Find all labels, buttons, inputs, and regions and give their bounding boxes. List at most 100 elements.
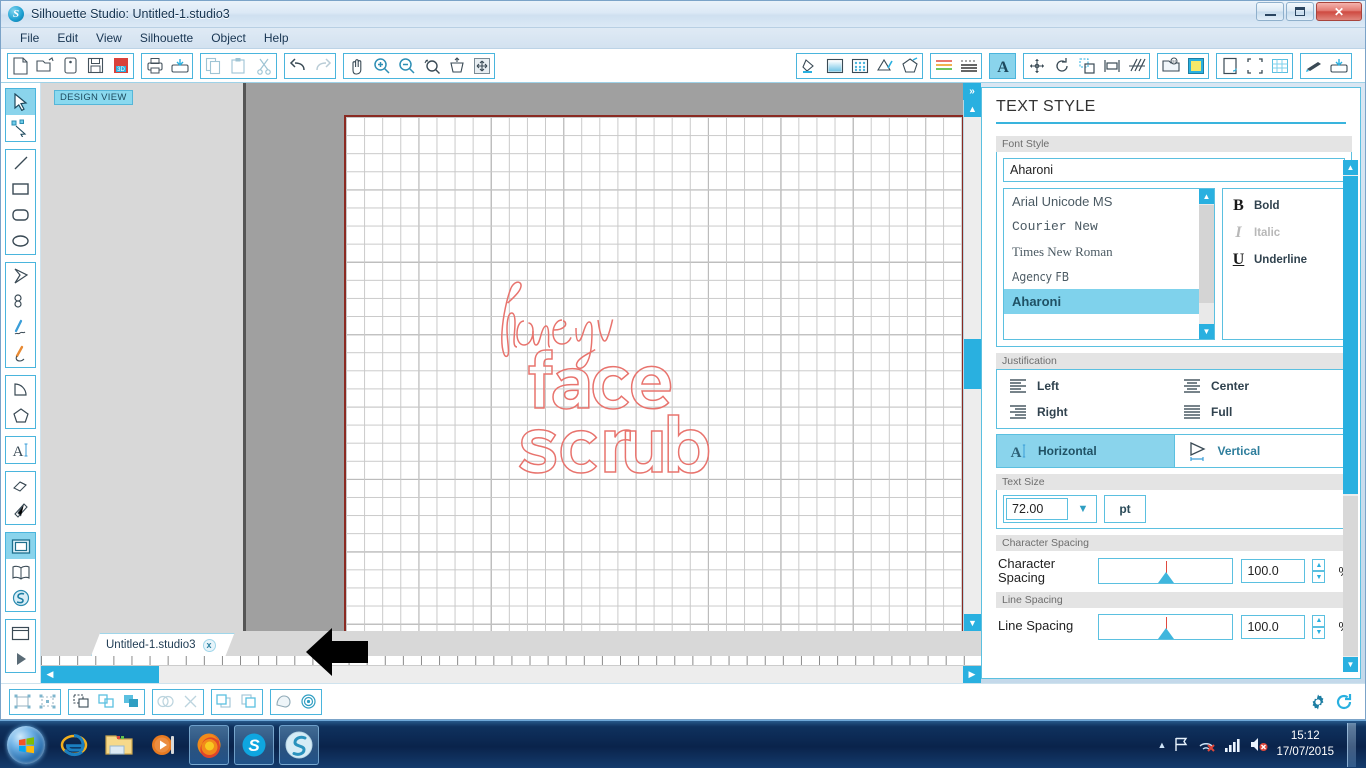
character-spacing-stepper[interactable]: ▲ ▼ bbox=[1312, 559, 1326, 584]
font-list-item[interactable]: Agency FB bbox=[1004, 265, 1214, 289]
scale-icon[interactable] bbox=[1074, 54, 1099, 78]
settings-gear-icon[interactable] bbox=[1305, 690, 1331, 714]
character-spacing-slider-knob[interactable] bbox=[1157, 572, 1174, 584]
horizontal-scroll-track[interactable] bbox=[59, 666, 963, 683]
freehand-tool[interactable] bbox=[6, 315, 35, 341]
zoom-selection-icon[interactable] bbox=[419, 54, 444, 78]
vertical-scroll-track[interactable] bbox=[964, 117, 982, 614]
design-page-tool[interactable] bbox=[6, 533, 35, 559]
canvas-horizontal-scrollbar[interactable]: ◀ ▶ bbox=[41, 666, 981, 683]
orientation-horizontal-button[interactable]: A Horizontal bbox=[996, 434, 1175, 468]
canvas-vertical-scrollbar[interactable]: » ▲ ▼ bbox=[963, 83, 982, 631]
send-to-back-icon[interactable] bbox=[237, 690, 262, 714]
knife-tool[interactable] bbox=[6, 498, 35, 524]
sketch-pens-icon[interactable] bbox=[931, 54, 956, 78]
underline-toggle[interactable]: U Underline bbox=[1232, 251, 1335, 269]
move-icon[interactable] bbox=[1024, 54, 1049, 78]
shear-icon[interactable] bbox=[1124, 54, 1149, 78]
justify-right-button[interactable]: Right bbox=[1003, 404, 1171, 420]
ellipse-tool[interactable] bbox=[6, 228, 35, 254]
font-list-item[interactable]: Times New Roman bbox=[1004, 239, 1214, 265]
menu-item-silhouette[interactable]: Silhouette bbox=[131, 29, 202, 47]
fill-gradient-icon[interactable] bbox=[822, 54, 847, 78]
justify-full-button[interactable]: Full bbox=[1177, 404, 1345, 420]
start-button[interactable] bbox=[3, 724, 49, 766]
new-library-icon[interactable] bbox=[58, 54, 83, 78]
line-tool[interactable] bbox=[6, 150, 35, 176]
make-compound-path-icon[interactable] bbox=[69, 690, 94, 714]
rotate-icon[interactable] bbox=[1049, 54, 1074, 78]
rectangle-tool[interactable] bbox=[6, 176, 35, 202]
font-list-scroll-thumb[interactable] bbox=[1199, 205, 1214, 303]
copy-icon[interactable] bbox=[201, 54, 226, 78]
line-spacing-value[interactable]: 100.0 bbox=[1241, 614, 1306, 639]
character-spacing-step-up[interactable]: ▲ bbox=[1312, 559, 1326, 572]
scroll-down-button[interactable]: ▼ bbox=[964, 614, 981, 631]
bring-to-front-icon[interactable] bbox=[212, 690, 237, 714]
justify-center-button[interactable]: Center bbox=[1177, 378, 1345, 394]
line-spacing-slider-knob[interactable] bbox=[1157, 627, 1174, 639]
cut-style-icon[interactable] bbox=[1301, 54, 1326, 78]
fill-color-icon[interactable] bbox=[797, 54, 822, 78]
show-hidden-icons-icon[interactable]: ▲ bbox=[1158, 740, 1167, 750]
offset-icon[interactable] bbox=[296, 690, 321, 714]
maximize-restore-button[interactable] bbox=[1286, 2, 1314, 21]
my-library-icon[interactable]: M bbox=[1158, 54, 1183, 78]
line-spacing-step-down[interactable]: ▼ bbox=[1312, 626, 1326, 639]
fit-to-page-icon[interactable] bbox=[444, 54, 469, 78]
close-icon[interactable]: x bbox=[203, 639, 216, 652]
play-preview-tool[interactable] bbox=[6, 646, 35, 672]
font-name-input[interactable] bbox=[1003, 158, 1345, 182]
polygon-tool[interactable] bbox=[6, 263, 35, 289]
cutting-mat-page[interactable] bbox=[344, 115, 963, 631]
undo-icon[interactable] bbox=[285, 54, 310, 78]
grid-icon[interactable] bbox=[1267, 54, 1292, 78]
zoom-out-icon[interactable] bbox=[394, 54, 419, 78]
line-style-icon[interactable] bbox=[897, 54, 922, 78]
zoom-in-icon[interactable] bbox=[369, 54, 394, 78]
horizontal-scroll-thumb[interactable] bbox=[59, 666, 159, 683]
arc-tool[interactable] bbox=[6, 376, 35, 402]
send-to-silhouette-icon[interactable] bbox=[167, 54, 192, 78]
store-icon[interactable] bbox=[1183, 54, 1208, 78]
regular-polygon-tool[interactable] bbox=[6, 402, 35, 428]
silhouette-studio-icon[interactable] bbox=[279, 724, 319, 765]
signal-bars-icon[interactable] bbox=[1223, 737, 1242, 753]
edit-points-tool[interactable] bbox=[6, 115, 35, 141]
file-explorer-icon[interactable] bbox=[99, 725, 139, 765]
line-spacing-slider[interactable] bbox=[1098, 613, 1234, 640]
align-icon[interactable] bbox=[1099, 54, 1124, 78]
pan-hand-icon[interactable] bbox=[344, 54, 369, 78]
paste-icon[interactable] bbox=[226, 54, 251, 78]
curve-tool[interactable] bbox=[6, 289, 35, 315]
rounded-rectangle-tool[interactable] bbox=[6, 202, 35, 228]
save-3d-icon[interactable]: 3D bbox=[108, 54, 133, 78]
orientation-vertical-button[interactable]: Vertical bbox=[1174, 434, 1352, 468]
scroll-left-button[interactable]: ◀ bbox=[41, 666, 59, 683]
panel-scroll-thumb[interactable] bbox=[1343, 176, 1358, 494]
text-size-spinner[interactable]: ▼ bbox=[1003, 495, 1097, 523]
menu-item-view[interactable]: View bbox=[87, 29, 131, 47]
fill-pattern-icon[interactable] bbox=[847, 54, 872, 78]
media-player-icon[interactable] bbox=[144, 725, 184, 765]
artwork-honey-face-scrub[interactable] bbox=[489, 280, 749, 480]
panel-scroll-up[interactable]: ▲ bbox=[1343, 160, 1358, 175]
scroll-right-button[interactable]: ▶ bbox=[963, 666, 981, 683]
ungroup-icon[interactable] bbox=[35, 690, 60, 714]
fit-to-window-icon[interactable] bbox=[469, 54, 494, 78]
eraser-tool[interactable] bbox=[6, 472, 35, 498]
release-compound-path-icon[interactable] bbox=[94, 690, 119, 714]
weld-icon[interactable] bbox=[119, 690, 144, 714]
font-list-item-selected[interactable]: Aharoni bbox=[1004, 289, 1214, 314]
text-style-icon[interactable]: A bbox=[990, 53, 1015, 78]
cut-icon[interactable] bbox=[251, 54, 276, 78]
panel-toggle-tool[interactable] bbox=[6, 620, 35, 646]
redo-icon[interactable] bbox=[310, 54, 335, 78]
send-to-cut-icon[interactable] bbox=[1326, 54, 1351, 78]
action-center-flag-icon[interactable] bbox=[1173, 736, 1190, 753]
menu-item-edit[interactable]: Edit bbox=[48, 29, 87, 47]
font-list-scrollbar[interactable]: ▲ ▼ bbox=[1199, 189, 1214, 339]
group-icon[interactable] bbox=[10, 690, 35, 714]
taskbar-clock[interactable]: 15:12 17/07/2015 bbox=[1276, 729, 1334, 760]
network-disconnected-icon[interactable] bbox=[1197, 736, 1216, 753]
